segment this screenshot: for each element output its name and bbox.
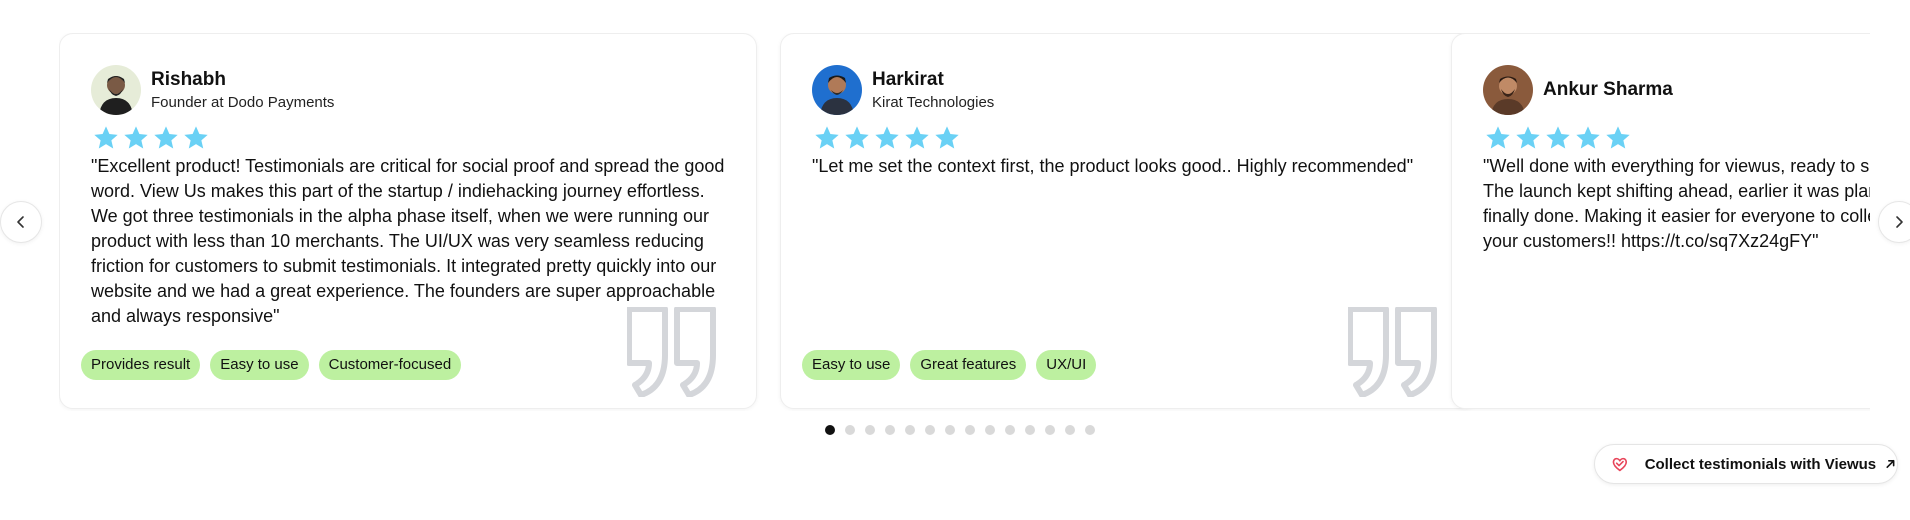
tag: Easy to use (802, 350, 901, 380)
carousel-next-button[interactable] (1878, 201, 1910, 243)
pagination-dot[interactable] (1085, 425, 1095, 435)
tag: Easy to use (210, 350, 309, 380)
carousel-pagination (825, 425, 1105, 435)
tag: Provides result (81, 350, 201, 380)
testimonial-text: "Excellent product! Testimonials are cri… (91, 156, 725, 326)
author-name: Rishabh (151, 68, 226, 90)
star-icon (1516, 126, 1540, 149)
author-role: Kirat Technologies (872, 93, 995, 111)
star-rating (812, 124, 962, 152)
tag-list: Provides result Easy to use Customer-foc… (81, 350, 471, 380)
quote-mark-icon (627, 307, 716, 397)
viewus-logo-icon (1612, 457, 1628, 472)
star-icon (845, 126, 869, 149)
avatar (91, 65, 141, 115)
collect-button-label: Collect testimonials with Viewus (1644, 455, 1877, 473)
testimonial-card: Rishabh Founder at Dodo Payments "Excell… (59, 33, 757, 409)
pagination-dot[interactable] (1005, 425, 1015, 435)
star-rating (91, 124, 211, 152)
testimonial-card: Harkirat Kirat Technologies "Let me set … (780, 33, 1478, 409)
tag: UX/UI (1036, 350, 1097, 380)
tag: Great features (910, 350, 1027, 380)
pagination-dot[interactable] (1025, 425, 1035, 435)
tag: Customer-focused (318, 350, 462, 380)
testimonial-author: Rishabh Founder at Dodo Payments (91, 65, 334, 115)
star-icon (184, 126, 208, 149)
star-icon (1576, 126, 1600, 149)
pagination-dot[interactable] (905, 425, 915, 435)
collect-testimonials-button[interactable]: Collect testimonials with Viewus (1594, 444, 1898, 484)
carousel-prev-button[interactable] (0, 201, 42, 243)
chevron-left-icon (17, 216, 24, 228)
pagination-dot[interactable] (945, 425, 955, 435)
pagination-dot[interactable] (1045, 425, 1055, 435)
star-icon (875, 126, 899, 149)
pagination-dot[interactable] (965, 425, 975, 435)
star-rating (1483, 124, 1633, 152)
testimonial-author: Ankur Sharma (1483, 65, 1673, 115)
arrow-up-right-icon (1886, 459, 1895, 469)
star-icon (905, 126, 929, 149)
star-icon (124, 126, 148, 149)
testimonial-carousel: Rishabh Founder at Dodo Payments "Excell… (59, 33, 1870, 411)
tag-list: Easy to use Great features UX/UI (802, 350, 1106, 380)
avatar (1483, 65, 1533, 115)
star-icon (94, 126, 118, 149)
star-icon (815, 126, 839, 149)
author-name: Ankur Sharma (1543, 79, 1673, 100)
pagination-dot[interactable] (825, 425, 835, 435)
quote-mark-icon (1348, 307, 1437, 397)
pagination-dot[interactable] (925, 425, 935, 435)
pagination-dot[interactable] (985, 425, 995, 435)
testimonial-card: Ankur Sharma "Well done with everything … (1451, 33, 1870, 409)
testimonial-text: "Well done with everything for viewus, r… (1483, 156, 1870, 251)
star-icon (154, 126, 178, 149)
chevron-right-icon (1896, 216, 1903, 228)
testimonial-author: Harkirat Kirat Technologies (812, 65, 994, 115)
pagination-dot[interactable] (845, 425, 855, 435)
star-icon (1606, 126, 1630, 149)
pagination-dot[interactable] (865, 425, 875, 435)
avatar (812, 65, 862, 115)
pagination-dot[interactable] (1065, 425, 1075, 435)
star-icon (1486, 126, 1510, 149)
pagination-dot[interactable] (885, 425, 895, 435)
star-icon (1546, 126, 1570, 149)
author-role: Founder at Dodo Payments (151, 93, 335, 111)
testimonial-text: "Let me set the context first, the produ… (812, 156, 1414, 176)
star-icon (935, 126, 959, 149)
author-name: Harkirat (872, 68, 944, 90)
